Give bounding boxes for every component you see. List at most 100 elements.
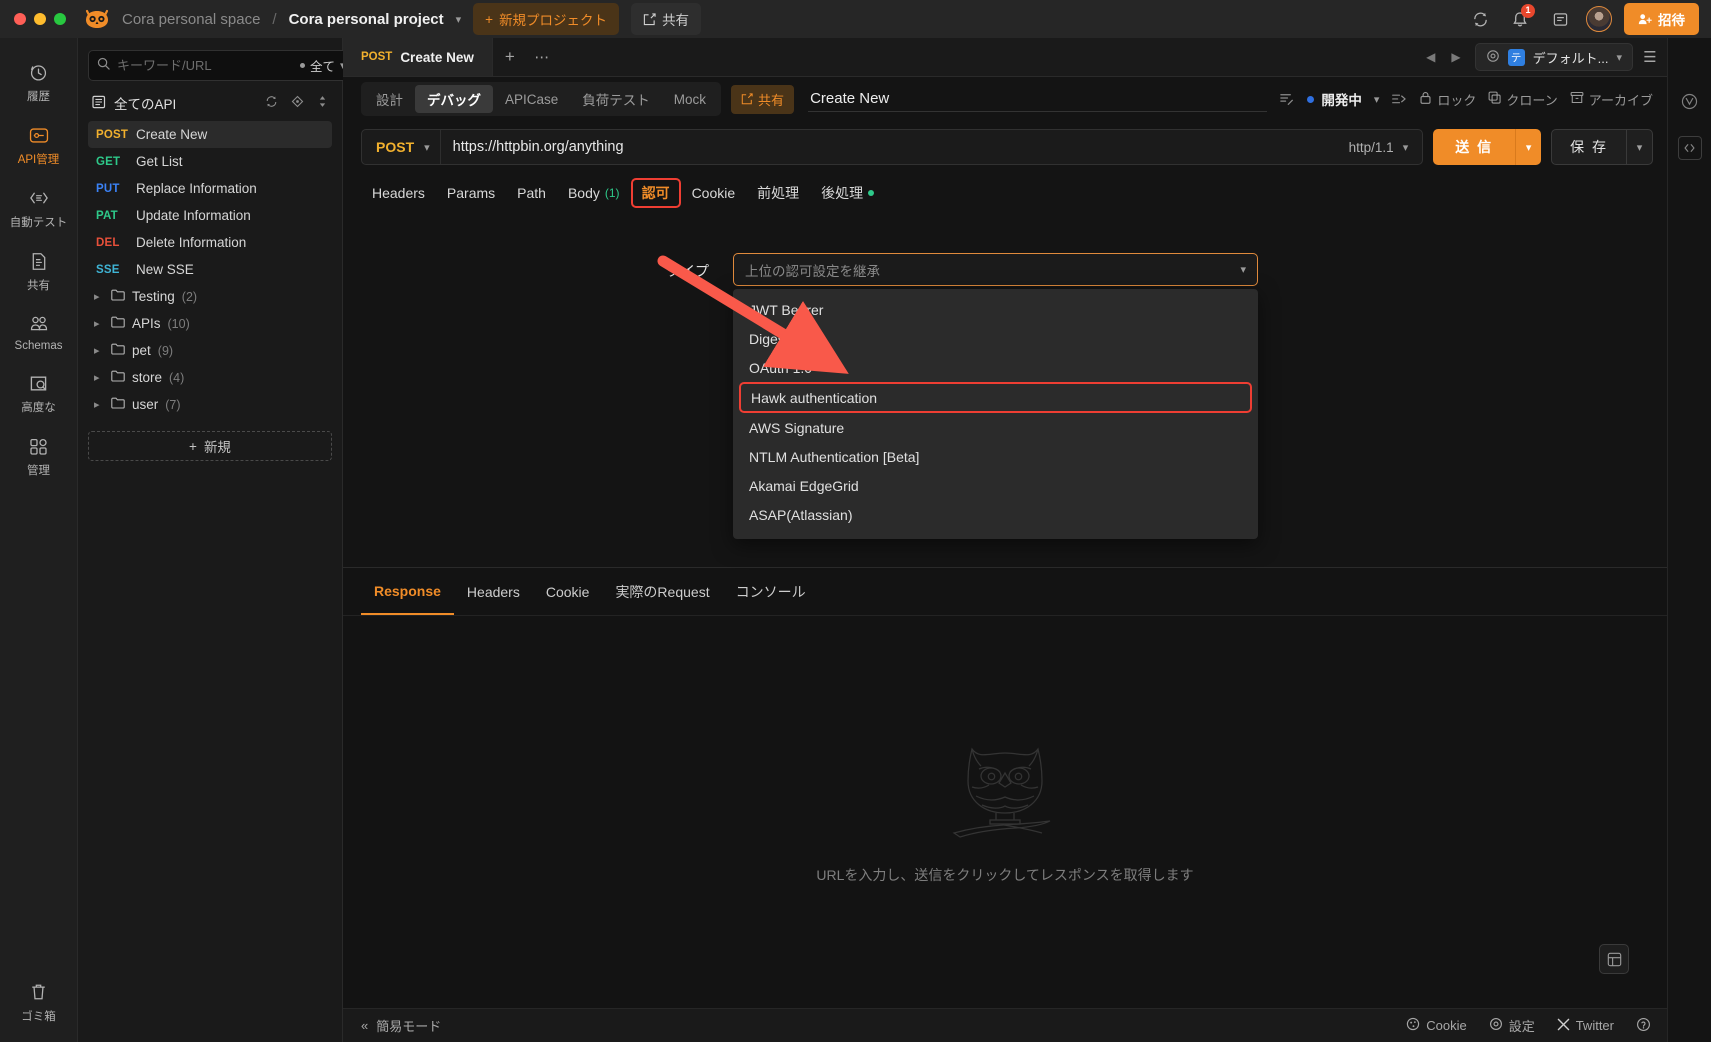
cookie-button[interactable]: Cookie [1406, 1017, 1467, 1034]
mode-apicase[interactable]: APICase [493, 88, 570, 111]
auth-option-akamai-edgegrid[interactable]: Akamai EdgeGrid [733, 471, 1258, 500]
nav-forward-icon[interactable]: ▶ [1451, 50, 1460, 64]
list-item[interactable]: POST Create New [88, 121, 332, 148]
folder-item-user[interactable]: ▸ user (7) [88, 391, 332, 418]
send-chevron-down-icon[interactable]: ▾ [1515, 129, 1541, 165]
search-input[interactable] [117, 58, 293, 73]
search-box[interactable]: 全て ▾ [88, 50, 355, 81]
new-tab-button[interactable]: + [493, 38, 527, 76]
auth-option-jwt-bearer[interactable]: JWT Bearer [733, 295, 1258, 324]
list-item[interactable]: PUT Replace Information [88, 175, 332, 202]
breadcrumb-project[interactable]: Cora personal project [289, 11, 444, 28]
folder-item-pet[interactable]: ▸ pet (9) [88, 337, 332, 364]
auth-option-ntlm-authentication[interactable]: NTLM Authentication [Beta] [733, 442, 1258, 471]
move-icon[interactable] [1391, 92, 1407, 107]
share-button-top[interactable]: 共有 [631, 3, 702, 35]
save-button[interactable]: 保 存 ▾ [1551, 129, 1653, 165]
project-chevron-down-icon[interactable]: ▾ [456, 13, 462, 26]
auth-option-oauth-1[interactable]: OAuth 1.0 [733, 353, 1258, 382]
sidebar-item-schemas[interactable]: Schemas [4, 304, 74, 359]
request-tab-cookie[interactable]: Cookie [681, 181, 747, 205]
settings-button[interactable]: 設定 [1489, 1016, 1535, 1035]
response-tab-console[interactable]: コンソール [723, 568, 819, 615]
sidebar-item-advanced[interactable]: 高度な [4, 363, 74, 422]
code-snippet-icon[interactable] [1599, 944, 1629, 974]
request-tab-body[interactable]: Body (1) [557, 181, 631, 205]
breadcrumb-workspace[interactable]: Cora personal space [122, 11, 260, 28]
search-filter-dropdown[interactable]: 全て ▾ [300, 56, 346, 75]
lock-button[interactable]: ロック [1419, 90, 1476, 109]
tab-more-icon[interactable]: ⋯ [527, 38, 557, 76]
sidebar-item-manage[interactable]: 管理 [4, 426, 74, 485]
window-traffic-lights[interactable] [14, 13, 66, 25]
sidebar-item-api-manage[interactable]: API管理 [4, 115, 74, 174]
locate-icon[interactable] [291, 95, 304, 111]
folder-item-testing[interactable]: ▸ Testing (2) [88, 283, 332, 310]
auth-option-aws-signature[interactable]: AWS Signature [733, 413, 1258, 442]
new-api-button[interactable]: + 新規 [88, 431, 332, 461]
close-window-button[interactable] [14, 13, 26, 25]
sidebar-item-history[interactable]: 履歴 [4, 52, 74, 111]
mode-mock[interactable]: Mock [662, 88, 718, 111]
maximize-window-button[interactable] [54, 13, 66, 25]
request-name-input[interactable] [808, 86, 1268, 112]
response-tab-response[interactable]: Response [361, 568, 454, 615]
request-tab-pre-process[interactable]: 前処理 [746, 179, 810, 207]
auth-option-digest-auth[interactable]: Digest auth [733, 324, 1258, 353]
auth-type-select[interactable]: 上位の認可設定を継承 ▾ [733, 253, 1258, 286]
auth-option-hawk-authentication[interactable]: Hawk authentication [739, 382, 1252, 413]
mode-design[interactable]: 設計 [364, 85, 415, 113]
request-tab-params[interactable]: Params [436, 181, 506, 205]
response-tab-cookie[interactable]: Cookie [533, 568, 603, 615]
http-method-select[interactable]: POST ▾ [362, 130, 441, 164]
sort-icon[interactable] [317, 95, 328, 111]
refresh-icon[interactable] [265, 95, 278, 111]
auth-option-asap-atlassian[interactable]: ASAP(Atlassian) [733, 500, 1258, 529]
send-button[interactable]: 送 信 ▾ [1433, 129, 1542, 165]
notifications-bell-icon[interactable]: 1 [1506, 4, 1535, 33]
save-chevron-down-icon[interactable]: ▾ [1626, 130, 1652, 164]
sidebar-item-share[interactable]: 共有 [4, 241, 74, 300]
request-tab-headers[interactable]: Headers [361, 181, 436, 205]
list-item[interactable]: PAT Update Information [88, 202, 332, 229]
environment-selector[interactable]: テ デフォルト... ▾ [1474, 43, 1633, 71]
request-tab-auth[interactable]: 認可 [630, 178, 681, 208]
mode-load-test[interactable]: 負荷テスト [570, 85, 662, 113]
sidebar-item-auto-test[interactable]: 自動テスト [4, 178, 74, 237]
protocol-select[interactable]: http/1.1 ▾ [1335, 140, 1423, 155]
avatar[interactable] [1586, 6, 1612, 32]
simple-mode-button[interactable]: « 簡易モード [361, 1016, 441, 1035]
folder-item-apis[interactable]: ▸ APIs (10) [88, 310, 332, 337]
invite-button[interactable]: 招待 [1624, 3, 1699, 35]
tab-create-new[interactable]: POST Create New [343, 38, 493, 76]
variables-icon[interactable] [1677, 88, 1703, 114]
description-icon[interactable] [1279, 91, 1295, 107]
minimize-window-button[interactable] [34, 13, 46, 25]
list-item[interactable]: SSE New SSE [88, 256, 332, 283]
status-badge[interactable]: 開発中 [1307, 89, 1362, 109]
share-request-button[interactable]: 共有 [731, 84, 795, 114]
response-tab-headers[interactable]: Headers [454, 568, 533, 615]
new-project-button[interactable]: + 新規プロジェクト [473, 3, 620, 35]
gear-icon[interactable] [1486, 49, 1500, 66]
sidebar-item-trash[interactable]: ゴミ箱 [4, 972, 74, 1038]
folder-item-store[interactable]: ▸ store (4) [88, 364, 332, 391]
sync-icon[interactable] [1466, 5, 1494, 33]
nav-back-icon[interactable]: ◀ [1426, 50, 1435, 64]
settings-label: 設定 [1508, 1019, 1535, 1034]
list-item[interactable]: GET Get List [88, 148, 332, 175]
archive-button[interactable]: アーカイブ [1570, 90, 1653, 109]
twitter-button[interactable]: Twitter [1557, 1018, 1614, 1034]
status-chevron-down-icon[interactable]: ▾ [1374, 93, 1380, 106]
environment-menu-icon[interactable]: ☰ [1633, 38, 1667, 76]
request-tab-post-process[interactable]: 後処理 [810, 179, 885, 207]
code-view-icon[interactable] [1677, 136, 1702, 160]
mode-debug[interactable]: デバッグ [415, 85, 493, 113]
request-tab-path[interactable]: Path [506, 181, 557, 205]
list-item[interactable]: DEL Delete Information [88, 229, 332, 256]
help-button[interactable] [1636, 1017, 1651, 1035]
clone-button[interactable]: クローン [1488, 90, 1558, 109]
response-tab-actual-request[interactable]: 実際のRequest [602, 568, 722, 615]
panel-toggle-icon[interactable] [1546, 5, 1574, 33]
url-input[interactable] [440, 139, 1335, 155]
